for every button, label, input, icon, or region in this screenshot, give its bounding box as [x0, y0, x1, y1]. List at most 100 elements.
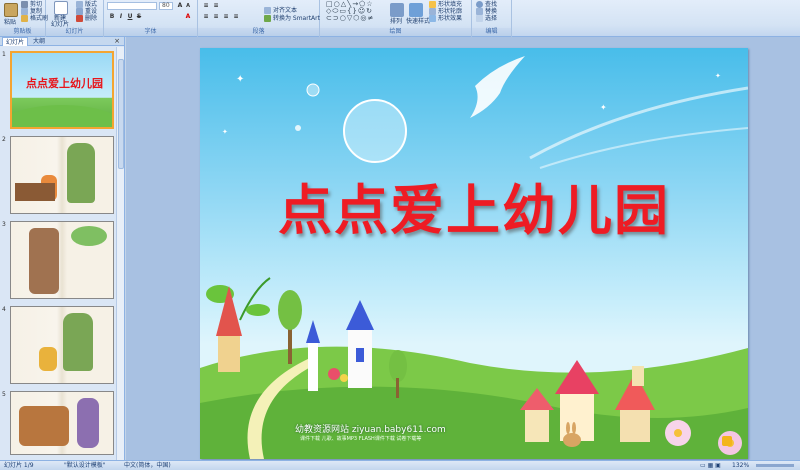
house [620, 408, 650, 442]
zoom-slider[interactable] [756, 464, 794, 467]
tab-slides[interactable]: 幻灯片 [2, 37, 29, 46]
thumbnail-number: 2 [2, 136, 6, 143]
justify-icon[interactable]: ≡ [232, 13, 240, 21]
slide-count: 幻灯片 1/9 [4, 462, 34, 469]
numbering-icon[interactable]: ≡ [212, 2, 220, 10]
font-group-label: 字体 [104, 28, 197, 36]
thumbnail-number: 3 [2, 221, 6, 228]
star: ✦ [715, 72, 721, 80]
outline-icon [429, 8, 436, 15]
select-button[interactable]: 选择 [476, 15, 497, 23]
paste-button[interactable]: 粘贴 [4, 19, 16, 27]
brush-icon [21, 15, 28, 22]
align-left-icon[interactable]: ≡ [202, 13, 210, 21]
shape-gallery[interactable]: □○△╲→⬠☆ ◇⬭▭{}☺↻ ⊂⊃○▽⬡◎≠ [326, 1, 374, 22]
shrink-font-icon[interactable]: A [184, 2, 192, 10]
font-name-box[interactable] [107, 2, 157, 10]
website-text: 幼教资源网站 ziyuan.baby611.com [295, 425, 446, 435]
scrollbar-thumb[interactable] [118, 59, 124, 169]
illustration-tree [29, 228, 59, 294]
window [356, 348, 364, 362]
tower [308, 343, 318, 391]
house [525, 410, 549, 442]
layout-icon [76, 1, 83, 8]
copy-icon [21, 8, 28, 15]
thumbnail-image[interactable] [10, 306, 114, 384]
bunny-ear [572, 422, 576, 434]
thumbnail-image[interactable]: 点点爱上幼儿园 [10, 51, 114, 129]
leaf [246, 304, 270, 316]
zoom-level[interactable]: 132% [732, 461, 749, 470]
flowers [328, 368, 340, 380]
cursor-icon [476, 15, 483, 22]
pane-tabs: 幻灯片 大纲 × [0, 37, 124, 46]
thumbnail-image[interactable] [10, 136, 114, 214]
editing-group-label: 编辑 [472, 28, 511, 36]
grow-font-icon[interactable]: A [176, 2, 184, 10]
slides-group: 新建 幻灯片 版式 重设 删除 幻灯片 [46, 0, 104, 37]
italic-icon[interactable]: I [117, 13, 125, 21]
illustration-figure [67, 143, 95, 203]
bold-icon[interactable]: B [108, 13, 116, 21]
slide-canvas[interactable]: ✦ ✦ ✦ ✦ 点点爱上幼儿园 幼教资源网站 ziyuan.baby611.co… [200, 48, 748, 459]
thumbnail-image[interactable] [10, 221, 114, 299]
flowers [340, 374, 348, 382]
paste-icon[interactable] [4, 3, 18, 17]
font-color-icon[interactable]: A [184, 13, 192, 21]
align-text-icon [264, 7, 271, 14]
castle [218, 336, 240, 372]
editing-group: 查找 替换 选择 编辑 [472, 0, 512, 37]
replace-icon [476, 8, 483, 15]
tree-trunk [396, 378, 399, 398]
drawing-group-label: 绘图 [320, 28, 471, 36]
strikethrough-icon[interactable]: S [135, 13, 143, 21]
language[interactable]: 中文(简体，中国) [124, 461, 171, 470]
align-center-icon[interactable]: ≡ [212, 13, 220, 21]
tab-outline[interactable]: 大纲 [30, 37, 48, 46]
bird [470, 56, 525, 118]
illustration-leaves [71, 226, 107, 246]
thumbnail-title: 点点爱上幼儿园 [26, 77, 103, 90]
align-text-button[interactable]: 对齐文本 [264, 7, 297, 15]
theme-name[interactable]: "默认设计模板" [64, 461, 106, 470]
thumbnail-number: 1 [2, 51, 6, 58]
speaker-icon[interactable] [722, 436, 732, 446]
quick-styles-icon[interactable] [409, 3, 423, 17]
tower-roof [346, 300, 374, 330]
close-icon[interactable]: × [114, 37, 120, 46]
underline-icon[interactable]: U [126, 13, 134, 21]
thumbnail-image[interactable] [10, 391, 114, 455]
shape-effects-button[interactable]: 形状效果 [429, 15, 462, 23]
arrange-button[interactable]: 排列 [390, 18, 402, 26]
format-painter-button[interactable]: 格式刷 [21, 15, 48, 23]
house [560, 393, 594, 441]
scissors-icon [21, 1, 28, 8]
slide-background-art: ✦ ✦ ✦ ✦ [200, 56, 748, 459]
illustration-child [39, 347, 57, 371]
quick-styles-button[interactable]: 快速样式 [406, 18, 430, 26]
delete-slide-button[interactable]: 删除 [76, 15, 97, 23]
slide-title[interactable]: 点点爱上幼儿园 [200, 166, 748, 245]
paragraph-group: ≡ ≡ ≡ ≡ ≡ ≡ 对齐文本 转换为 SmartArt 段落 [198, 0, 320, 37]
reset-icon [76, 8, 83, 15]
arrange-icon[interactable] [390, 3, 404, 17]
search-icon [476, 1, 483, 8]
bubble [295, 125, 301, 131]
light-swirl [539, 127, 748, 169]
pane-scrollbar[interactable] [116, 47, 124, 460]
font-size-box[interactable]: 80 [159, 2, 173, 10]
status-bar: 幻灯片 1/9 "默认设计模板" 中文(简体，中国) ▭ ▦ ▣ 132% [0, 460, 800, 470]
smartart-icon [264, 15, 271, 22]
thumbnail-hill [12, 105, 112, 127]
convert-smartart-button[interactable]: 转换为 SmartArt [264, 15, 320, 23]
new-slide-icon[interactable] [54, 1, 68, 15]
thumbnail-number: 4 [2, 306, 6, 313]
illustration-fence [15, 183, 55, 201]
view-buttons[interactable]: ▭ ▦ ▣ [700, 461, 721, 470]
tree-trunk [288, 328, 292, 364]
delete-icon [76, 15, 83, 22]
align-right-icon[interactable]: ≡ [222, 13, 230, 21]
tree [278, 290, 302, 330]
thumbnail-number: 5 [2, 391, 6, 398]
bullets-icon[interactable]: ≡ [202, 2, 210, 10]
